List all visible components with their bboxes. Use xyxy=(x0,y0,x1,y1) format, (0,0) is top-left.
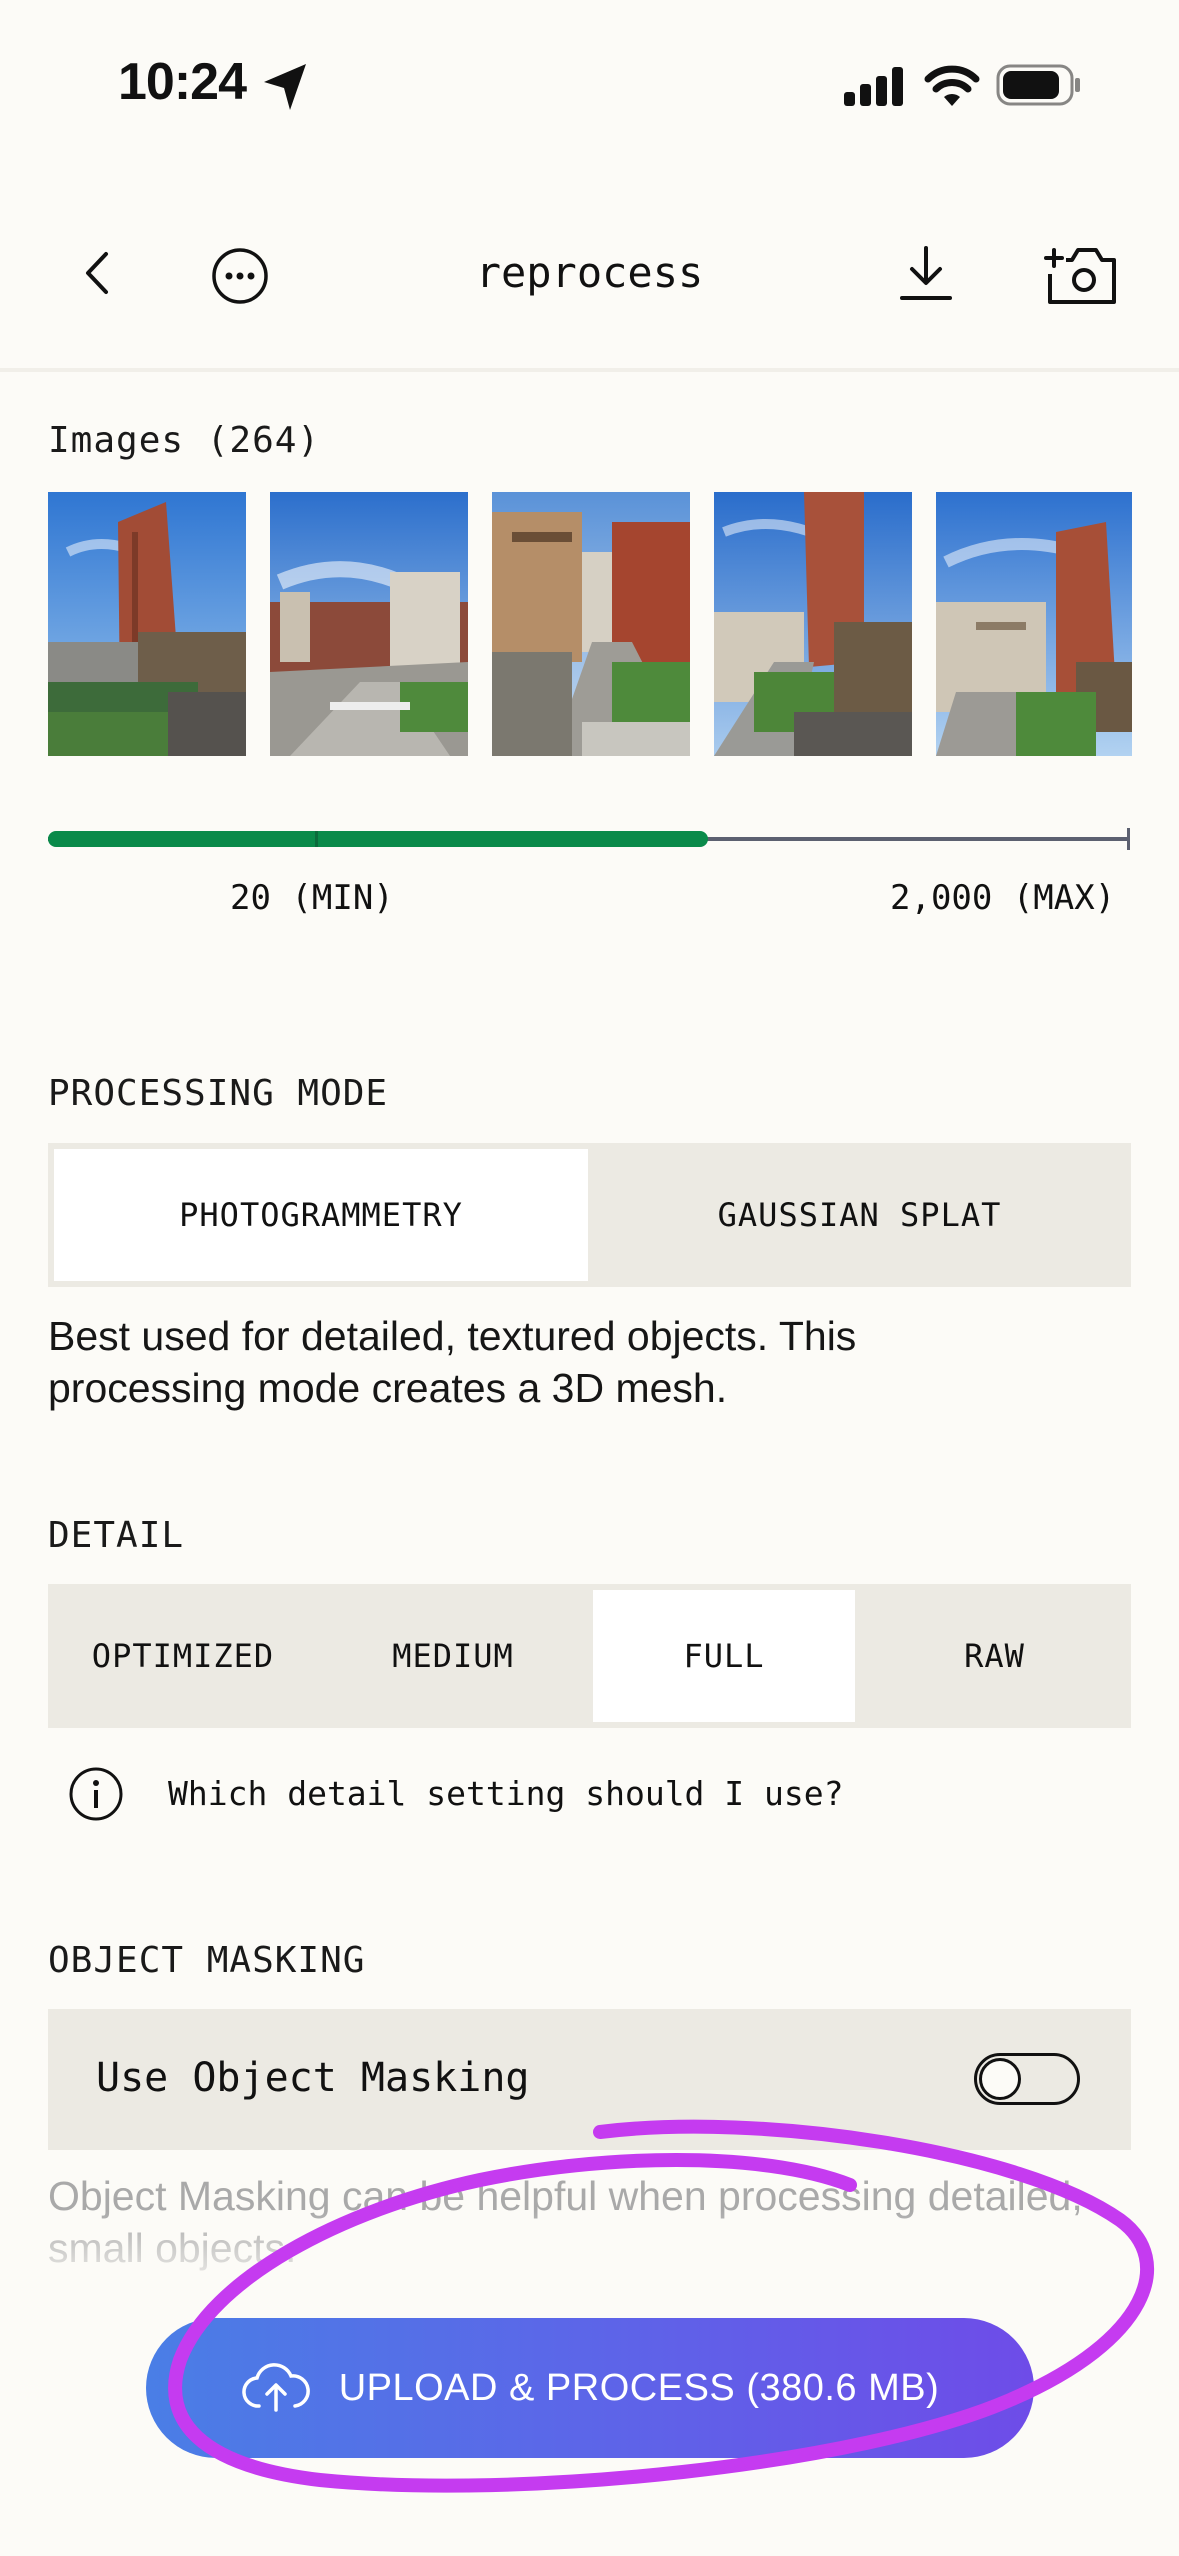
object-masking-toggle-label: Use Object Masking xyxy=(96,2055,530,2101)
slider-end-tick xyxy=(1127,828,1130,850)
slider-max-label: 2,000 (MAX) xyxy=(890,878,1116,918)
detail-label: DETAIL xyxy=(48,1515,185,1556)
object-masking-row: Use Object Masking xyxy=(48,2009,1131,2150)
processing-mode-description: Best used for detailed, textured objects… xyxy=(48,1313,857,1411)
info-icon[interactable] xyxy=(66,1764,126,1824)
status-time: 10:24 xyxy=(118,53,247,111)
signal-icon xyxy=(844,67,903,106)
object-masking-toggle[interactable] xyxy=(974,2053,1080,2105)
slider-min-tick xyxy=(315,831,318,847)
segment-photogrammetry[interactable]: PHOTOGRAMMETRY xyxy=(54,1149,588,1281)
cloud-upload-icon xyxy=(241,2363,310,2412)
slider-min-label: 20 (MIN) xyxy=(230,878,394,918)
segment-optimized[interactable]: OPTIMIZED xyxy=(48,1590,318,1722)
image-thumbnail[interactable] xyxy=(714,492,912,756)
upload-and-process-label: UPLOAD & PROCESS (380.6 MB) xyxy=(338,2366,940,2409)
wifi-icon xyxy=(924,65,980,106)
image-thumbnail[interactable] xyxy=(270,492,468,756)
nav-divider xyxy=(0,368,1179,372)
add-photos-camera-icon[interactable] xyxy=(1044,240,1120,306)
image-thumbnail[interactable] xyxy=(48,492,246,756)
segment-medium[interactable]: MEDIUM xyxy=(318,1590,588,1722)
battery-icon xyxy=(996,64,1080,106)
image-thumbnail[interactable] xyxy=(492,492,690,756)
processing-mode-label: PROCESSING MODE xyxy=(48,1073,389,1114)
image-thumbnail[interactable] xyxy=(936,492,1132,756)
object-masking-label: OBJECT MASKING xyxy=(48,1940,366,1981)
segment-gaussian-splat[interactable]: GAUSSIAN SPLAT xyxy=(588,1149,1131,1281)
scroll-fade xyxy=(0,2210,1179,2330)
location-arrow-icon xyxy=(264,64,306,110)
page-title: reprocess xyxy=(475,248,704,297)
upload-and-process-button[interactable]: UPLOAD & PROCESS (380.6 MB) xyxy=(146,2318,1034,2458)
images-count-label: Images (264) xyxy=(48,420,321,461)
processing-mode-segmented-control: PHOTOGRAMMETRY GAUSSIAN SPLAT xyxy=(48,1143,1131,1287)
detail-help-link[interactable]: Which detail setting should I use? xyxy=(168,1774,844,1813)
segment-full[interactable]: FULL xyxy=(593,1590,855,1722)
detail-segmented-control: OPTIMIZED MEDIUM FULL RAW xyxy=(48,1584,1131,1728)
download-icon[interactable] xyxy=(898,244,954,304)
image-count-slider-fill[interactable] xyxy=(48,831,708,847)
segment-raw[interactable]: RAW xyxy=(858,1590,1131,1722)
